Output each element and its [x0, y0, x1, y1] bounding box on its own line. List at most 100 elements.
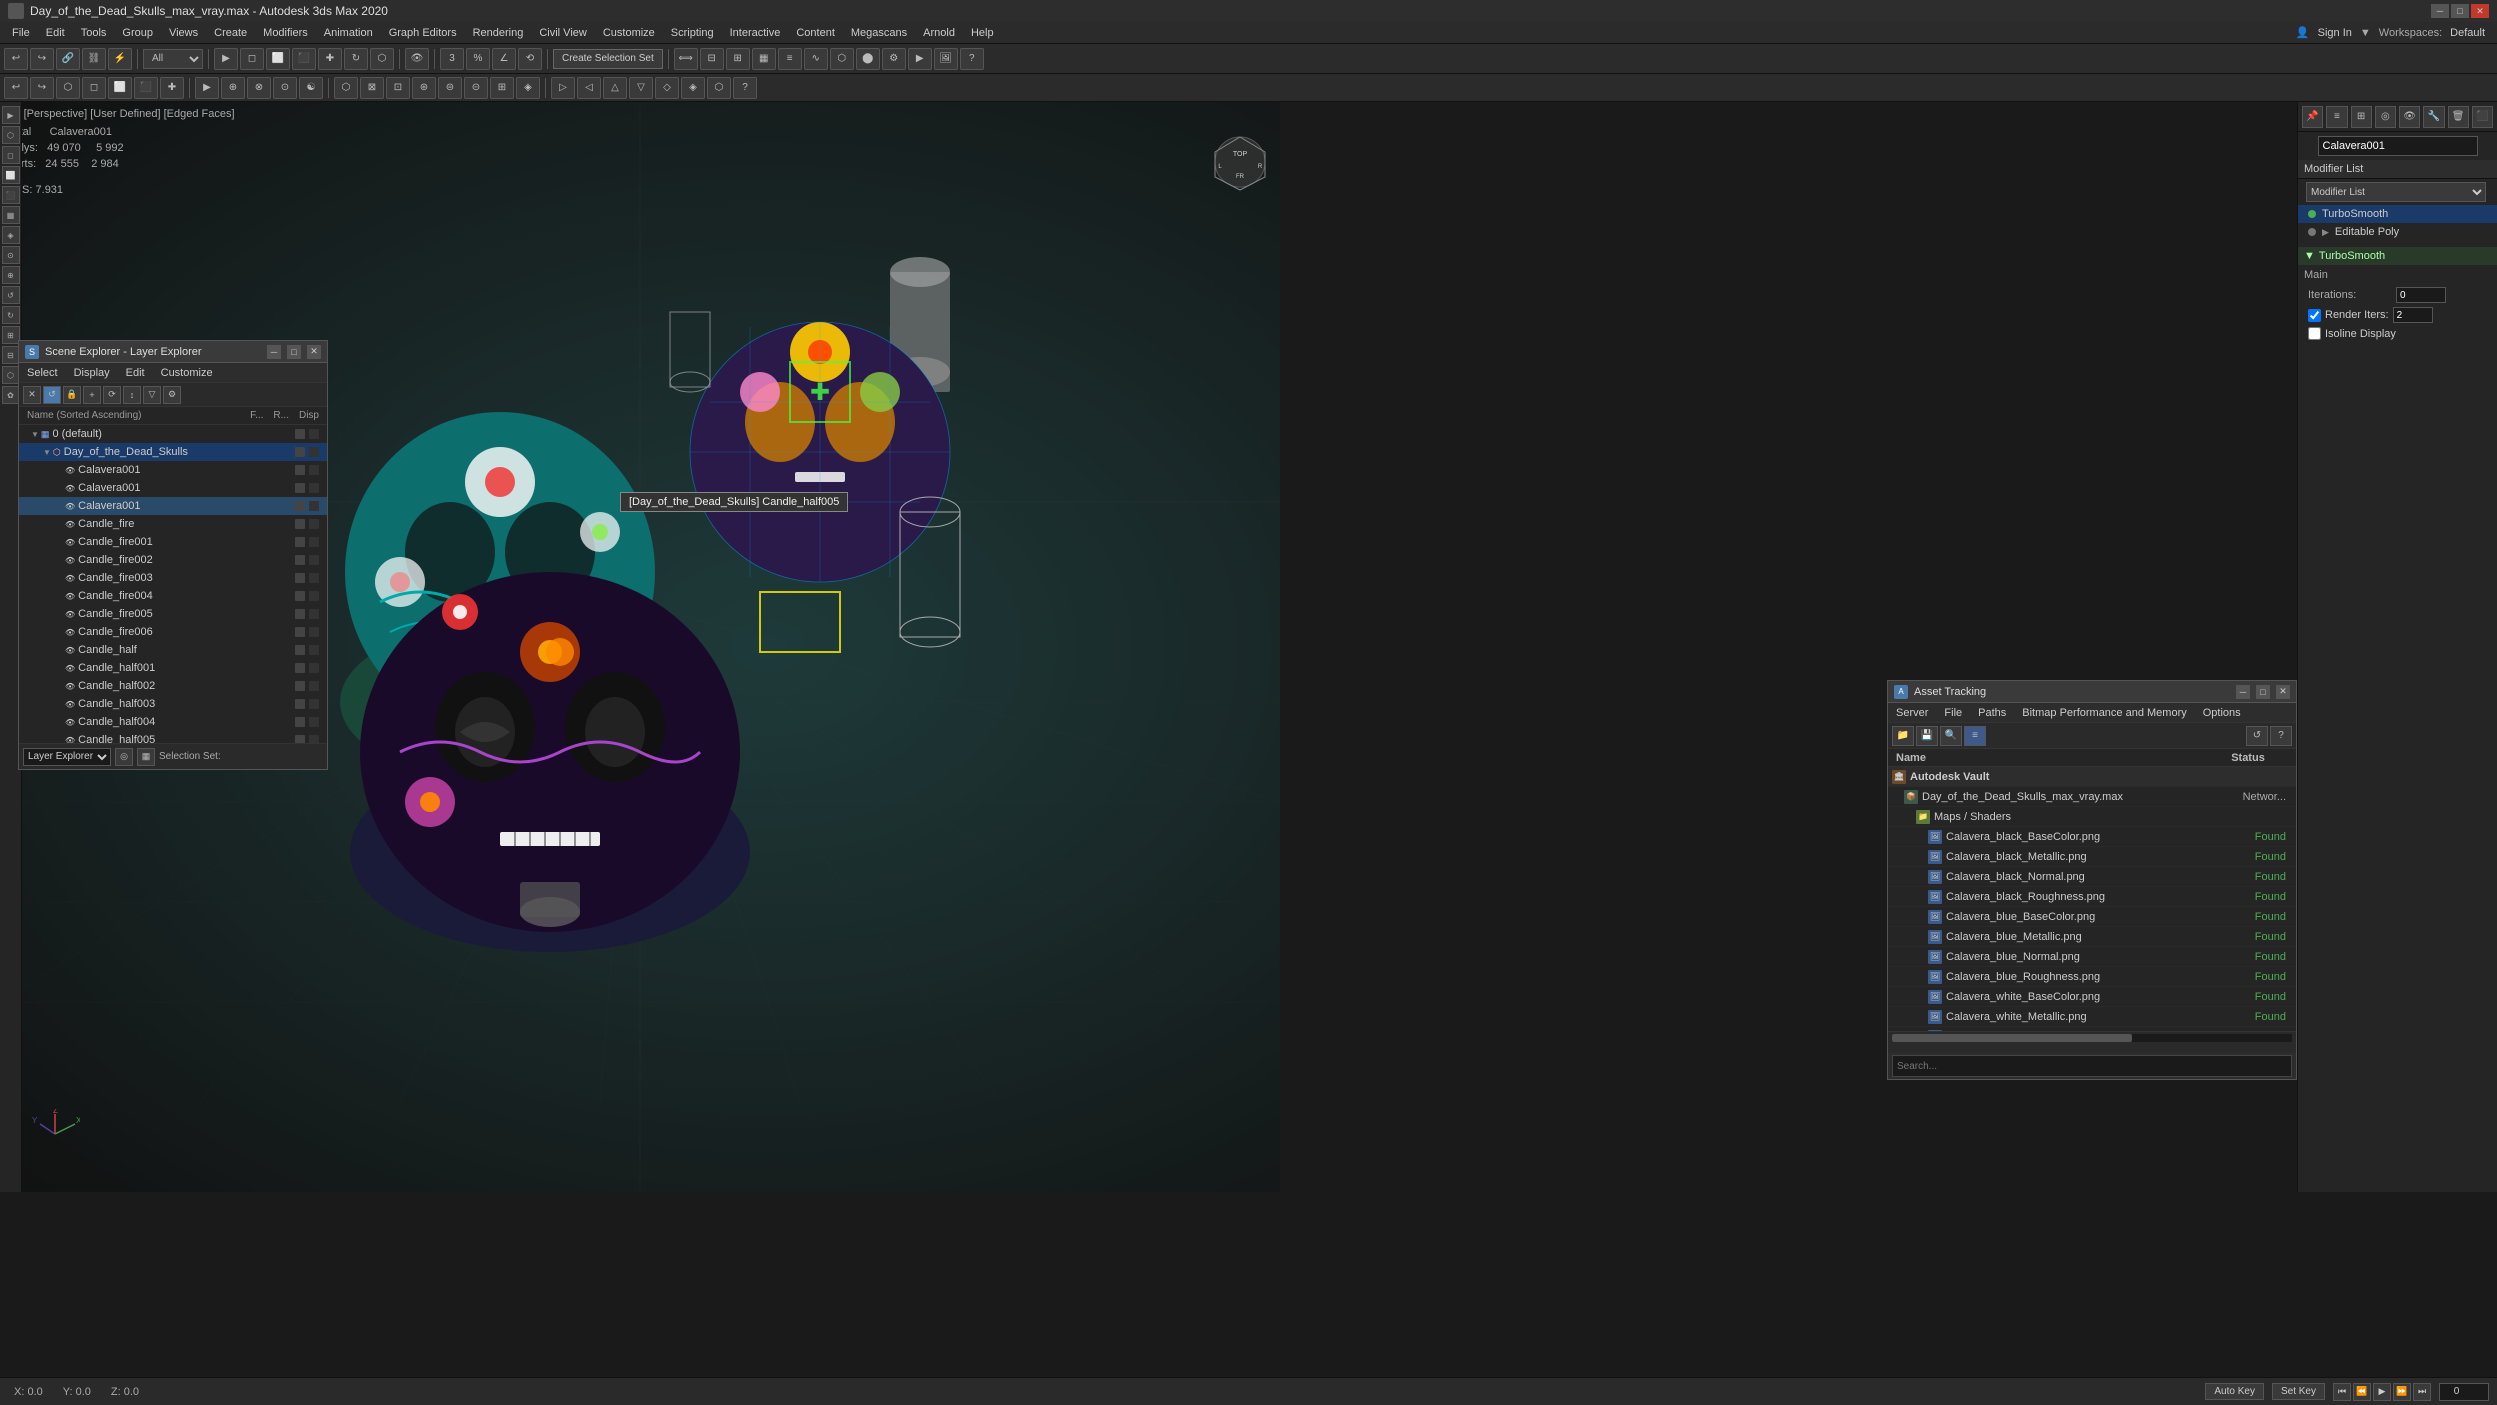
at-tb-find[interactable]: 🔍 — [1940, 726, 1962, 746]
left-btn7[interactable]: ◈ — [2, 226, 20, 244]
left-btn13[interactable]: ⊟ — [2, 346, 20, 364]
se-list-item-16[interactable]: 👁Candle_half004 — [19, 713, 327, 731]
isoline-checkbox[interactable] — [2308, 327, 2321, 340]
se-list-item-13[interactable]: 👁Candle_half001 — [19, 659, 327, 677]
tb2-btn2[interactable]: ↪ — [30, 77, 54, 99]
left-btn3[interactable]: ◻ — [2, 146, 20, 164]
at-menu-options[interactable]: Options — [2195, 705, 2249, 721]
at-maximize[interactable]: □ — [2256, 685, 2270, 699]
scene-explorer-maximize[interactable]: □ — [287, 345, 301, 359]
maximize-button[interactable]: □ — [2451, 4, 2469, 18]
unlink-button[interactable]: ⛓ — [82, 48, 106, 70]
left-btn12[interactable]: ⊞ — [2, 326, 20, 344]
tb2-btn18[interactable]: ⊝ — [464, 77, 488, 99]
at-tb-refresh[interactable]: ↺ — [2246, 726, 2268, 746]
se-layer-explorer-dropdown[interactable]: Layer Explorer — [23, 748, 111, 766]
left-btn11[interactable]: ↻ — [2, 306, 20, 324]
se-tb-sync[interactable]: ⟳ — [103, 386, 121, 404]
tb2-btn20[interactable]: ◈ — [516, 77, 540, 99]
se-tb-sort[interactable]: ↕ — [123, 386, 141, 404]
help-btn[interactable]: ? — [960, 48, 984, 70]
se-list-item-17[interactable]: 👁Candle_half005 — [19, 731, 327, 743]
tb2-btn28[interactable]: ? — [733, 77, 757, 99]
curve-editor-btn[interactable]: ∿ — [804, 48, 828, 70]
menu-customize[interactable]: Customize — [595, 25, 663, 41]
se-list-item-2[interactable]: 👁Calavera001 — [19, 461, 327, 479]
view-btn[interactable]: 👁 — [405, 48, 429, 70]
asset-search-bar[interactable] — [1892, 1055, 2292, 1077]
tb2-btn24[interactable]: ▽ — [629, 77, 653, 99]
at-item-1[interactable]: 📦Day_of_the_Dead_Skulls_max_vray.maxNetw… — [1888, 787, 2296, 807]
timeline-play[interactable]: ▶ — [2373, 1383, 2391, 1401]
animate-btn[interactable]: Auto Key — [2205, 1383, 2264, 1400]
tb2-btn3[interactable]: ⬡ — [56, 77, 80, 99]
at-menu-file[interactable]: File — [1936, 705, 1970, 721]
redo-button[interactable]: ↪ — [30, 48, 54, 70]
frame-number[interactable] — [2439, 1383, 2489, 1401]
set-key-btn[interactable]: Set Key — [2272, 1383, 2325, 1400]
tb2-btn26[interactable]: ◈ — [681, 77, 705, 99]
menu-edit[interactable]: Edit — [38, 25, 73, 41]
tb2-btn16[interactable]: ⊛ — [412, 77, 436, 99]
menu-views[interactable]: Views — [161, 25, 206, 41]
align-btn[interactable]: ⊟ — [700, 48, 724, 70]
close-button[interactable]: ✕ — [2471, 4, 2489, 18]
se-list-item-3[interactable]: 👁Calavera001 — [19, 479, 327, 497]
se-menu-display[interactable]: Display — [66, 365, 118, 381]
at-item-11[interactable]: 🖼Calavera_white_BaseColor.pngFound — [1888, 987, 2296, 1007]
se-menu-customize[interactable]: Customize — [153, 365, 221, 381]
menu-civil-view[interactable]: Civil View — [531, 25, 594, 41]
select-region-btn[interactable]: ◻ — [240, 48, 264, 70]
select-crossing-btn[interactable]: ⬛ — [292, 48, 316, 70]
filter-dropdown[interactable]: All — [143, 49, 203, 69]
tb2-btn12[interactable]: ☯ — [299, 77, 323, 99]
timeline-start[interactable]: ⏮ — [2333, 1383, 2351, 1401]
scene-explorer-btn[interactable]: ≡ — [778, 48, 802, 70]
se-tb-lock[interactable]: 🔒 — [63, 386, 81, 404]
align2-btn[interactable]: ⊞ — [726, 48, 750, 70]
left-btn2[interactable]: ⬡ — [2, 126, 20, 144]
angle-snap-btn[interactable]: ∠ — [492, 48, 516, 70]
timeline-prev[interactable]: ⏪ — [2353, 1383, 2371, 1401]
at-item-4[interactable]: 🖼Calavera_black_Metallic.pngFound — [1888, 847, 2296, 867]
menu-rendering[interactable]: Rendering — [465, 25, 532, 41]
se-tb-filter[interactable]: ▽ — [143, 386, 161, 404]
menu-modifiers[interactable]: Modifiers — [255, 25, 316, 41]
tb2-btn22[interactable]: ◁ — [577, 77, 601, 99]
at-item-9[interactable]: 🖼Calavera_blue_Normal.pngFound — [1888, 947, 2296, 967]
timeline-end[interactable]: ⏭ — [2413, 1383, 2431, 1401]
menu-interactive[interactable]: Interactive — [722, 25, 789, 41]
left-btn15[interactable]: ✿ — [2, 386, 20, 404]
left-btn1[interactable]: ▶ — [2, 106, 20, 124]
tb2-btn5[interactable]: ⬜ — [108, 77, 132, 99]
scene-explorer-list[interactable]: ▼▦0 (default)▼⬡Day_of_the_Dead_Skulls👁Ca… — [19, 425, 327, 743]
se-list-item-8[interactable]: 👁Candle_fire003 — [19, 569, 327, 587]
tb2-btn21[interactable]: ▷ — [551, 77, 575, 99]
scene-explorer-close[interactable]: ✕ — [307, 345, 321, 359]
se-list-item-12[interactable]: 👁Candle_half — [19, 641, 327, 659]
layer-mgr-btn[interactable]: ▦ — [752, 48, 776, 70]
at-item-10[interactable]: 🖼Calavera_blue_Roughness.pngFound — [1888, 967, 2296, 987]
se-list-item-11[interactable]: 👁Candle_fire006 — [19, 623, 327, 641]
minimize-button[interactable]: ─ — [2431, 4, 2449, 18]
se-list-item-1[interactable]: ▼⬡Day_of_the_Dead_Skulls — [19, 443, 327, 461]
se-tb-refresh[interactable]: ↺ — [43, 386, 61, 404]
bind-button[interactable]: ⚡ — [108, 48, 132, 70]
asset-search-input[interactable] — [1897, 1061, 2287, 1072]
at-item-5[interactable]: 🖼Calavera_black_Normal.pngFound — [1888, 867, 2296, 887]
menu-arnold[interactable]: Arnold — [915, 25, 963, 41]
panel-icon-pin[interactable]: 📌 — [2302, 106, 2323, 128]
at-tb-help[interactable]: ? — [2270, 726, 2292, 746]
menu-create[interactable]: Create — [206, 25, 255, 41]
modifier-editablepolyitem[interactable]: ▶ Editable Poly — [2298, 223, 2497, 241]
at-close[interactable]: ✕ — [2276, 685, 2290, 699]
se-list-item-4[interactable]: 👁Calavera001 — [19, 497, 327, 515]
material-editor-btn[interactable]: ⬤ — [856, 48, 880, 70]
panel-icon-utility[interactable]: 🔧 — [2423, 106, 2444, 128]
tb2-btn17[interactable]: ⊜ — [438, 77, 462, 99]
se-menu-edit[interactable]: Edit — [118, 365, 153, 381]
left-btn6[interactable]: ▦ — [2, 206, 20, 224]
tb2-btn13[interactable]: ⬡ — [334, 77, 358, 99]
panel-icon-hier[interactable]: ⊞ — [2351, 106, 2372, 128]
at-menu-server[interactable]: Server — [1888, 705, 1936, 721]
